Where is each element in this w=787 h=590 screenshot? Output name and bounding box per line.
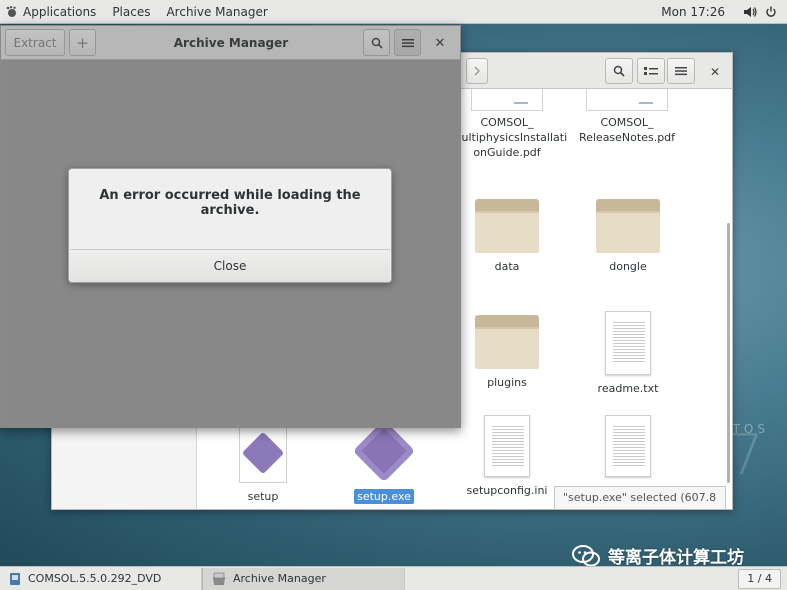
folder-icon [475, 315, 539, 369]
archive-manager-header: Extract + Archive Manager ✕ [1, 26, 460, 60]
clock[interactable]: Mon 17:26 [647, 5, 739, 19]
taskbar-item-archive-manager[interactable]: Archive Manager [202, 567, 405, 590]
file-label: setup [247, 490, 279, 503]
pdf-thumbnail-icon [471, 89, 543, 111]
volume-icon[interactable] [739, 6, 761, 18]
desktop-brand-text: TOS [732, 422, 769, 436]
list-view-icon [644, 67, 658, 75]
file-label: plugins [487, 376, 527, 389]
file-label: setup.exe [354, 489, 414, 504]
add-button[interactable]: + [69, 29, 96, 56]
applications-menu[interactable]: Applications [0, 0, 104, 24]
top-bar: Applications Places Archive Manager Mon … [0, 0, 787, 24]
menu-button[interactable] [667, 58, 695, 84]
search-icon [613, 65, 625, 77]
file-label: COMSOL_ MultiphysicsInstallati onGuide.p… [452, 116, 568, 159]
text-file-icon [484, 415, 530, 477]
executable-icon [352, 419, 416, 483]
taskbar-item-comsol[interactable]: COMSOL.5.5.0.292_DVD [0, 567, 202, 590]
chevron-right-icon [474, 66, 480, 76]
file-item[interactable]: setupconfig.ini [452, 415, 562, 498]
file-label: setupconfig.ini [466, 484, 548, 497]
error-dialog: An error occurred while loading the arch… [68, 168, 392, 283]
error-message: An error occurred while loading the arch… [99, 188, 361, 218]
application-icon [239, 427, 287, 483]
close-icon[interactable]: ✕ [705, 62, 725, 82]
file-item[interactable] [573, 415, 683, 483]
bottom-taskbar: COMSOL.5.5.0.292_DVD Archive Manager 1 /… [0, 566, 787, 590]
wechat-icon [572, 544, 600, 567]
close-button[interactable]: Close [70, 249, 390, 282]
selection-status: "setup.exe" selected (607.8 kB) [554, 486, 726, 509]
power-icon[interactable] [761, 6, 787, 18]
file-label: COMSOL_ ReleaseNotes.pdf [578, 116, 676, 144]
file-label: data [494, 260, 520, 273]
extract-button[interactable]: Extract [5, 29, 65, 56]
folder-icon [475, 199, 539, 253]
file-item[interactable]: data [452, 199, 562, 274]
hamburger-menu-icon [675, 67, 687, 76]
file-item-selected[interactable]: setup.exe [329, 419, 439, 504]
file-item[interactable]: readme.txt [573, 311, 683, 396]
search-button[interactable] [605, 58, 633, 84]
window-title: Archive Manager [173, 36, 289, 50]
file-label: readme.txt [597, 382, 659, 395]
file-item[interactable]: dongle [573, 199, 683, 274]
scrollbar[interactable] [727, 223, 730, 483]
hamburger-menu-icon [401, 38, 414, 47]
watermark-text: 等离子体计算工坊 [608, 548, 744, 568]
folder-icon [596, 199, 660, 253]
file-item[interactable]: COMSOL_ ReleaseNotes.pdf [572, 89, 682, 145]
archive-manager-icon [213, 572, 225, 585]
file-item[interactable]: COMSOL_ MultiphysicsInstallati onGuide.p… [452, 89, 568, 160]
taskbar-label: Archive Manager [233, 572, 326, 585]
gnome-foot-icon [6, 5, 16, 17]
forward-button[interactable] [466, 58, 488, 84]
text-file-icon [605, 311, 651, 375]
drive-icon [10, 572, 20, 585]
text-file-icon [605, 415, 651, 477]
places-menu[interactable]: Places [104, 0, 158, 24]
pdf-thumbnail-icon [586, 89, 668, 111]
workspace-pager[interactable]: 1 / 4 [738, 568, 781, 589]
taskbar-label: COMSOL.5.5.0.292_DVD [28, 572, 162, 585]
menu-button[interactable] [394, 29, 421, 56]
view-options-button[interactable] [637, 58, 665, 84]
app-menu[interactable]: Archive Manager [158, 0, 275, 24]
file-label: dongle [609, 260, 647, 273]
watermark: 等离子体计算工坊 [572, 543, 744, 568]
close-icon[interactable]: ✕ [428, 31, 452, 55]
applications-label: Applications [23, 4, 97, 19]
file-item[interactable]: plugins [452, 315, 562, 390]
search-button[interactable] [363, 29, 390, 56]
file-item[interactable]: setup [208, 427, 318, 504]
search-icon [371, 37, 383, 49]
